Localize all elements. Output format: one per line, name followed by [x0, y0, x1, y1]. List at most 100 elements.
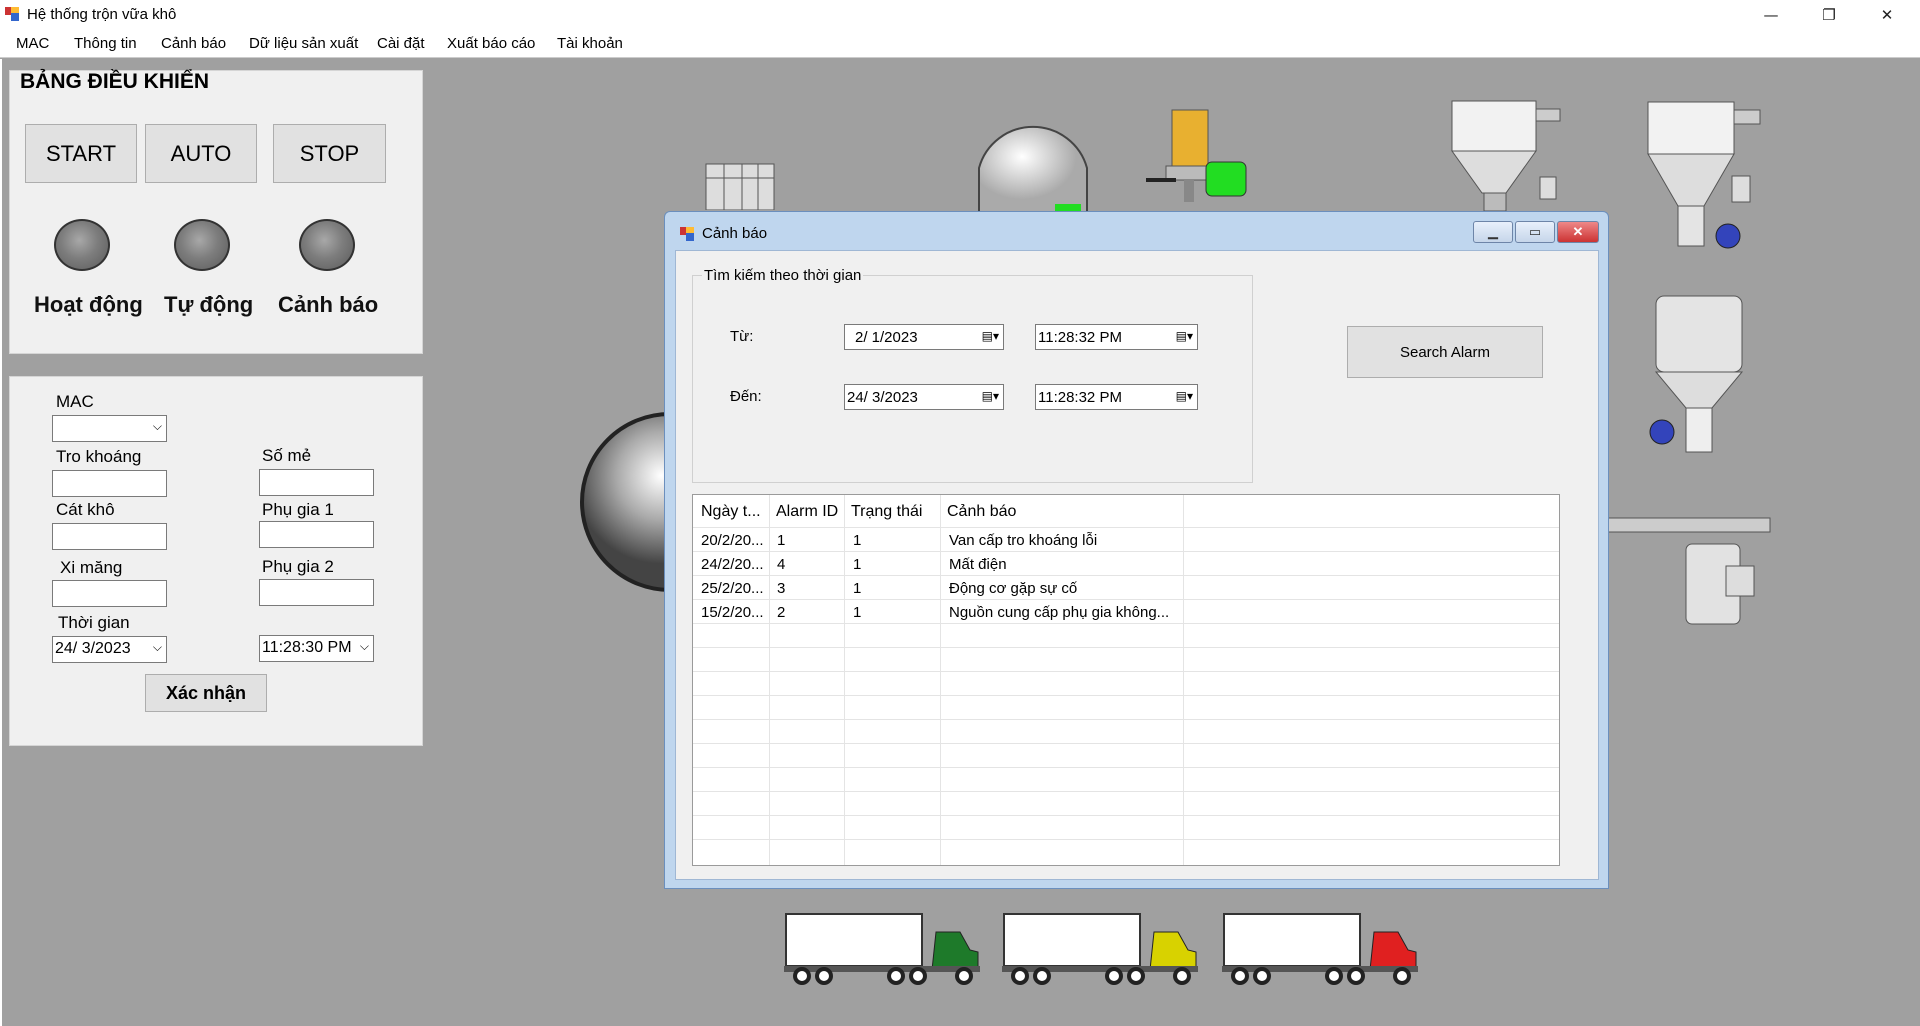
to-time-value: 11:28:32 PM — [1038, 389, 1122, 406]
cell-date: 15/2/20... — [701, 604, 764, 621]
chevron-down-icon: ⌵ — [152, 419, 162, 433]
stop-button[interactable]: STOP — [273, 124, 386, 183]
calendar-dropdown-icon: ▤▾ — [981, 389, 999, 403]
cell-alarm: Nguồn cung cấp phụ gia không... — [949, 604, 1170, 621]
ball-mixer-icon — [580, 412, 670, 592]
from-time-value: 11:28:32 PM — [1038, 329, 1122, 346]
alarm-lamp-icon — [299, 219, 355, 271]
column-header-date[interactable]: Ngày t... — [701, 503, 761, 521]
calendar-dropdown-icon: ▤▾ — [981, 329, 999, 343]
app-icon — [5, 7, 19, 21]
mac-label: MAC — [56, 392, 94, 411]
time-picker[interactable]: 11:28:30 PM ⌵ — [259, 635, 374, 662]
to-time-picker[interactable]: 11:28:32 PM ▤▾ — [1035, 384, 1198, 410]
xi-mang-label: Xi măng — [60, 558, 123, 577]
title-bar — [0, 0, 1920, 29]
calendar-dropdown-icon: ▤▾ — [1175, 329, 1193, 343]
so-me-input[interactable] — [259, 469, 374, 496]
phu-gia-2-input[interactable] — [259, 579, 374, 606]
calendar-dropdown-icon: ▤▾ — [1175, 389, 1193, 403]
thoi-gian-label: Thời gian — [58, 613, 130, 632]
alarm-lamp-label: Cảnh báo — [278, 292, 379, 317]
search-alarm-button[interactable]: Search Alarm — [1347, 326, 1543, 378]
cell-alarm: Van cấp tro khoáng lỗi — [949, 532, 1098, 549]
column-header-alarm-id[interactable]: Alarm ID — [776, 503, 838, 521]
dialog-app-icon — [680, 227, 694, 241]
time-search-group — [692, 275, 1253, 483]
from-date-value: 2/ 1/2023 — [855, 329, 918, 346]
cell-date: 20/2/20... — [701, 532, 764, 549]
dialog-restore-icon[interactable]: ▭ — [1515, 221, 1555, 243]
tro-khoang-label: Tro khoáng — [56, 447, 142, 466]
menu-mac[interactable]: MAC — [16, 35, 49, 52]
start-button[interactable]: START — [25, 124, 137, 183]
table-row[interactable]: 24/2/20... 4 1 Mất điện — [693, 553, 1559, 575]
to-label: Đến: — [730, 388, 762, 405]
from-date-picker[interactable]: 2/ 1/2023 ▤▾ — [844, 324, 1004, 350]
date-picker[interactable]: 24/ 3/2023 ⌵ — [52, 636, 167, 663]
table-row[interactable]: 20/2/20... 1 1 Van cấp tro khoáng lỗi — [693, 529, 1559, 551]
mac-select[interactable]: ⌵ — [52, 415, 167, 442]
cell-alarm-id: 2 — [777, 604, 786, 621]
minimize-button[interactable]: — — [1742, 0, 1800, 29]
dialog-body: Tìm kiếm theo thời gian Từ: Đến: 2/ 1/20… — [675, 250, 1599, 880]
table-row[interactable]: 15/2/20... 2 1 Nguồn cung cấp phụ gia kh… — [693, 601, 1559, 623]
cell-alarm: Động cơ gặp sự cố — [949, 580, 1078, 597]
menu-cai-dat[interactable]: Cài đặt — [377, 35, 425, 52]
close-button[interactable]: ✕ — [1858, 0, 1916, 29]
auto-button[interactable]: AUTO — [145, 124, 257, 183]
alarm-dialog: Cảnh báo ▁ ▭ ✕ Tìm kiếm theo thời gian T… — [664, 211, 1609, 889]
cell-alarm-id: 1 — [777, 532, 786, 549]
chevron-down-icon: ⌵ — [359, 639, 369, 653]
truck-red-icon — [1222, 913, 1418, 985]
to-date-picker[interactable]: 24/ 3/2023 ▤▾ — [844, 384, 1004, 410]
chevron-down-icon: ⌵ — [152, 640, 162, 654]
menu-canh-bao[interactable]: Cảnh báo — [161, 35, 226, 52]
mixer-tank-icon — [705, 163, 775, 210]
cell-date: 24/2/20... — [701, 556, 764, 573]
cell-alarm-id: 3 — [777, 580, 786, 597]
cell-alarm-id: 4 — [777, 556, 786, 573]
truck-green-icon — [784, 913, 980, 985]
cell-status: 1 — [853, 532, 862, 549]
running-lamp-label: Hoạt động — [34, 292, 143, 317]
tro-khoang-input[interactable] — [52, 470, 167, 497]
menu-tai-khoan[interactable]: Tài khoản — [557, 35, 623, 52]
confirm-button[interactable]: Xác nhận — [145, 674, 267, 712]
hopper-1-icon — [1451, 100, 1561, 212]
phu-gia-2-label: Phụ gia 2 — [262, 557, 334, 576]
alarm-table[interactable]: Ngày t... Alarm ID Trạng thái Cảnh báo 2… — [692, 494, 1560, 866]
phu-gia-1-input[interactable] — [259, 521, 374, 548]
motor-green-icon — [1146, 109, 1247, 202]
column-header-status[interactable]: Trạng thái — [851, 503, 922, 521]
cell-status: 1 — [853, 580, 862, 597]
cell-date: 25/2/20... — [701, 580, 764, 597]
cell-status: 1 — [853, 604, 862, 621]
time-search-group-title: Tìm kiếm theo thời gian — [702, 267, 864, 284]
menu-du-lieu-san-xuat[interactable]: Dữ liệu sản xuất — [249, 35, 358, 52]
restore-button[interactable]: ❐ — [1800, 0, 1858, 29]
hopper-2-icon — [1647, 101, 1761, 249]
menu-thong-tin[interactable]: Thông tin — [74, 35, 137, 52]
from-time-picker[interactable]: 11:28:32 PM ▤▾ — [1035, 324, 1198, 350]
so-me-label: Số mẻ — [262, 446, 312, 465]
auto-lamp-label: Tự động — [164, 292, 254, 317]
dialog-minimize-icon[interactable]: ▁ — [1473, 221, 1513, 243]
cell-alarm: Mất điện — [949, 556, 1007, 573]
xi-mang-input[interactable] — [52, 580, 167, 607]
menu-xuat-bao-cao[interactable]: Xuất báo cáo — [447, 35, 535, 52]
table-row[interactable]: 25/2/20... 3 1 Động cơ gặp sự cố — [693, 577, 1559, 599]
cat-kho-input[interactable] — [52, 523, 167, 550]
column-header-alarm[interactable]: Cảnh báo — [947, 503, 1016, 521]
dialog-close-icon[interactable]: ✕ — [1557, 221, 1599, 243]
from-label: Từ: — [730, 328, 754, 345]
cat-kho-label: Cát khô — [56, 500, 115, 519]
date-picker-value: 24/ 3/2023 — [55, 640, 131, 657]
silo-pump-icon — [1649, 295, 1744, 453]
phu-gia-1-label: Phụ gia 1 — [262, 500, 334, 519]
time-picker-value: 11:28:30 PM — [262, 639, 352, 656]
truck-yellow-icon — [1002, 913, 1198, 985]
to-date-value: 24/ 3/2023 — [847, 389, 918, 406]
auto-lamp-icon — [174, 219, 230, 271]
running-lamp-icon — [54, 219, 110, 271]
